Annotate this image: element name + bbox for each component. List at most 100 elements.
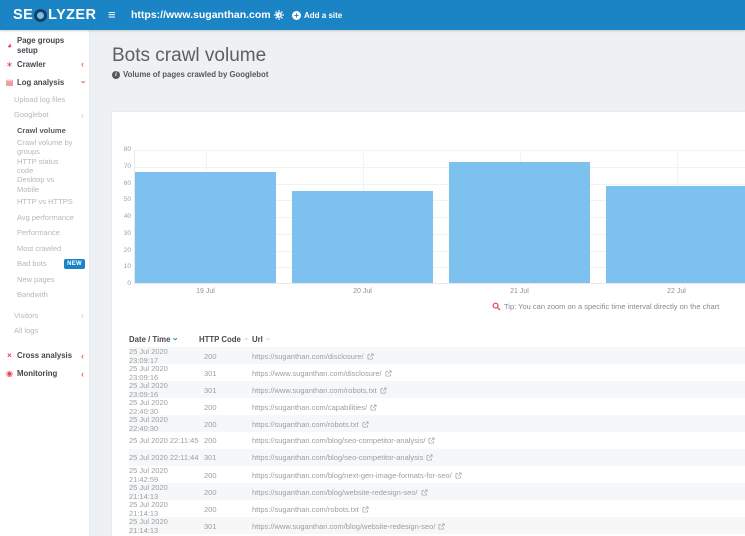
sidebar-item-bad-bots[interactable]: Bad bots NEW	[0, 256, 89, 272]
settings-gear-icon[interactable]	[274, 10, 284, 20]
column-header-label: HTTP Code	[199, 334, 241, 344]
table-row: 25 Jul 2020 21:42:59 200 https://suganthan…	[129, 466, 745, 484]
sidebar-item-label: Crawl volume by groups	[17, 137, 73, 157]
bar-20-jul[interactable]	[292, 190, 433, 283]
cell-datetime: 25 Jul 2020 22:40:30	[129, 415, 168, 433]
sidebar-item-monitoring[interactable]: ◉ Monitoring ‹	[0, 365, 89, 383]
external-link-icon	[362, 420, 369, 428]
cell-datetime: 25 Jul 2020 21:14:13	[129, 483, 168, 501]
column-header-url[interactable]: Url‹	[252, 334, 745, 344]
cell-datetime: 25 Jul 2020 23:09:16	[129, 381, 168, 399]
sidebar-item-label: Log analysis	[17, 77, 65, 87]
url-text: https://suganthan.com/robots.txt	[252, 419, 359, 429]
bar-22-jul[interactable]	[606, 185, 745, 283]
column-header-http-code[interactable]: HTTP Code‹	[199, 334, 252, 344]
table-row: 25 Jul 2020 22:40:30 200 https://suganthan…	[129, 415, 745, 433]
sidebar-item-most-crawled[interactable]: Most crawled	[0, 241, 89, 257]
cell-http-code: 200	[204, 504, 217, 514]
cell-url[interactable]: https://suganthan.com/robots.txt	[252, 505, 745, 514]
magnifier-icon	[492, 302, 501, 311]
cell-url[interactable]: https://suganthan.com/blog/next-gen-imag…	[252, 471, 745, 480]
column-header-label: Url	[252, 334, 263, 344]
cell-datetime: 25 Jul 2020 22:40:30	[129, 398, 168, 416]
table-row: 25 Jul 2020 23:09:16 301 https://www.sugan…	[129, 364, 745, 382]
sidebar-item-http-status-code[interactable]: HTTP status code	[0, 157, 89, 176]
cell-url[interactable]: https://www.suganthan.com/blog/website-r…	[252, 522, 745, 531]
page-subtitle-text: Volume of pages crawled by Googlebot	[123, 70, 269, 79]
sidebar-item-label: HTTP vs HTTPS	[17, 197, 73, 207]
external-link-icon	[362, 505, 369, 513]
cell-url[interactable]: https://www.suganthan.com/disclosure/	[252, 369, 745, 378]
sidebar-item-label: Monitoring	[17, 368, 58, 378]
sidebar-item-label: All logs	[14, 326, 39, 336]
y-axis-tick-label: 60	[123, 179, 131, 187]
external-link-icon	[428, 437, 435, 444]
info-icon: i	[112, 70, 120, 79]
cell-url[interactable]: https://suganthan.com/capabilities/	[252, 403, 745, 412]
cell-datetime: 25 Jul 2020 21:14:13	[129, 500, 168, 518]
site-url: https://www.suganthan.com	[131, 9, 271, 21]
chevron-left-icon: ‹	[81, 59, 84, 70]
sidebar-item-crawler[interactable]: ∗ Crawler ‹	[0, 55, 89, 73]
sidebar-item-label: Avg performance	[17, 212, 74, 222]
bar-21-jul[interactable]	[449, 162, 590, 283]
monitoring-icon: ◉	[6, 369, 13, 379]
cell-url[interactable]: https://suganthan.com/blog/seo-competito…	[252, 436, 745, 445]
sidebar-item-crawl-volume-by-groups[interactable]: Crawl volume by groups	[0, 138, 89, 157]
url-text: https://suganthan.com/blog/next-gen-imag…	[252, 470, 452, 480]
cell-http-code: 200	[204, 470, 217, 480]
crawl-volume-chart[interactable]: 0 10 20 30 40 50 60 70 80 19 Jul 20 Jul 21 Jul 22 Ju…	[124, 146, 745, 295]
cell-url[interactable]: https://suganthan.com/blog/website-redes…	[252, 488, 745, 497]
column-header-date-time[interactable]: Date / Time‹	[129, 334, 199, 344]
chevron-left-icon: ‹	[81, 310, 84, 321]
add-a-site-button[interactable]: + Add a site	[292, 0, 342, 30]
cell-url[interactable]: https://www.suganthan.com/robots.txt	[252, 386, 745, 395]
sidebar-item-avg-performance[interactable]: Avg performance	[0, 210, 89, 226]
sidebar-item-desktop-vs-mobile[interactable]: Desktop vs Mobile	[0, 175, 89, 194]
sidebar-item-upload-log-files[interactable]: Upload log files	[0, 91, 89, 107]
sidebar-item-page-groups-setup[interactable]: ◕ Page groups setup	[0, 36, 89, 55]
crawl-volume-card: 0 10 20 30 40 50 60 70 80 19 Jul 20 Jul 21 Jul 22 Ju…	[112, 112, 745, 536]
y-axis-tick-label: 30	[123, 229, 131, 237]
sidebar-item-label: HTTP status code	[17, 156, 59, 176]
url-text: https://suganthan.com/blog/website-redes…	[252, 487, 418, 497]
external-link-icon	[385, 369, 392, 377]
external-link-icon	[455, 471, 462, 479]
cell-http-code: 301	[204, 521, 217, 531]
sidebar-item-googlebot[interactable]: Googlebot ‹	[0, 107, 89, 123]
sidebar-item-label: New pages	[17, 274, 55, 284]
sidebar-item-performance[interactable]: Performance	[0, 225, 89, 241]
url-text: https://www.suganthan.com/disclosure/	[252, 368, 382, 378]
bar-19-jul[interactable]	[135, 172, 276, 283]
cell-datetime: 25 Jul 2020 21:14:13	[129, 517, 168, 535]
sidebar-item-http-vs-https[interactable]: HTTP vs HTTPS	[0, 194, 89, 210]
cell-datetime: 25 Jul 2020 22:11:44	[129, 453, 199, 462]
sidebar-item-bandwith[interactable]: Bandwith	[0, 287, 89, 303]
external-link-icon	[426, 454, 433, 461]
logo-text-pre: SE	[13, 7, 34, 23]
cell-url[interactable]: https://suganthan.com/disclosure/	[252, 352, 745, 361]
y-axis-tick-label: 50	[123, 196, 131, 204]
sidebar-item-cross-analysis[interactable]: × Cross analysis ‹	[0, 347, 89, 365]
plus-circle-icon: +	[292, 10, 301, 20]
menu-toggle-icon[interactable]: ≡	[108, 0, 116, 30]
cell-url[interactable]: https://suganthan.com/robots.txt	[252, 420, 745, 429]
sidebar-item-all-logs[interactable]: All logs	[0, 323, 89, 339]
table-row: 25 Jul 2020 22:11:44 301 https://suganthan…	[129, 449, 745, 466]
sidebar-item-visitors[interactable]: Visitors ‹	[0, 308, 89, 324]
sidebar-item-new-pages[interactable]: New pages	[0, 272, 89, 288]
cell-url[interactable]: https://suganthan.com/blog/seo-competito…	[252, 453, 745, 462]
page-subtitle: i Volume of pages crawled by Googlebot	[112, 70, 268, 79]
column-header-label: Date / Time	[129, 334, 171, 344]
seolyzer-logo[interactable]: SE LYZER	[13, 0, 96, 30]
sidebar-item-label: Visitors	[14, 310, 39, 320]
chevron-left-icon: ‹	[81, 109, 84, 120]
sidebar-item-crawl-volume[interactable]: Crawl volume	[0, 122, 89, 138]
sidebar-item-log-analysis[interactable]: ▤ Log analysis ‹	[0, 73, 89, 91]
url-text: https://www.suganthan.com/blog/website-r…	[252, 521, 436, 531]
url-text: https://suganthan.com/capabilities/	[252, 402, 368, 412]
chart-zoom-tip: Tip: You can zoom on a specific time int…	[492, 302, 719, 311]
sidebar-item-label: Bandwith	[17, 290, 48, 300]
site-selector[interactable]: https://www.suganthan.com ▾	[131, 0, 280, 30]
y-axis-tick-label: 0	[127, 280, 131, 287]
